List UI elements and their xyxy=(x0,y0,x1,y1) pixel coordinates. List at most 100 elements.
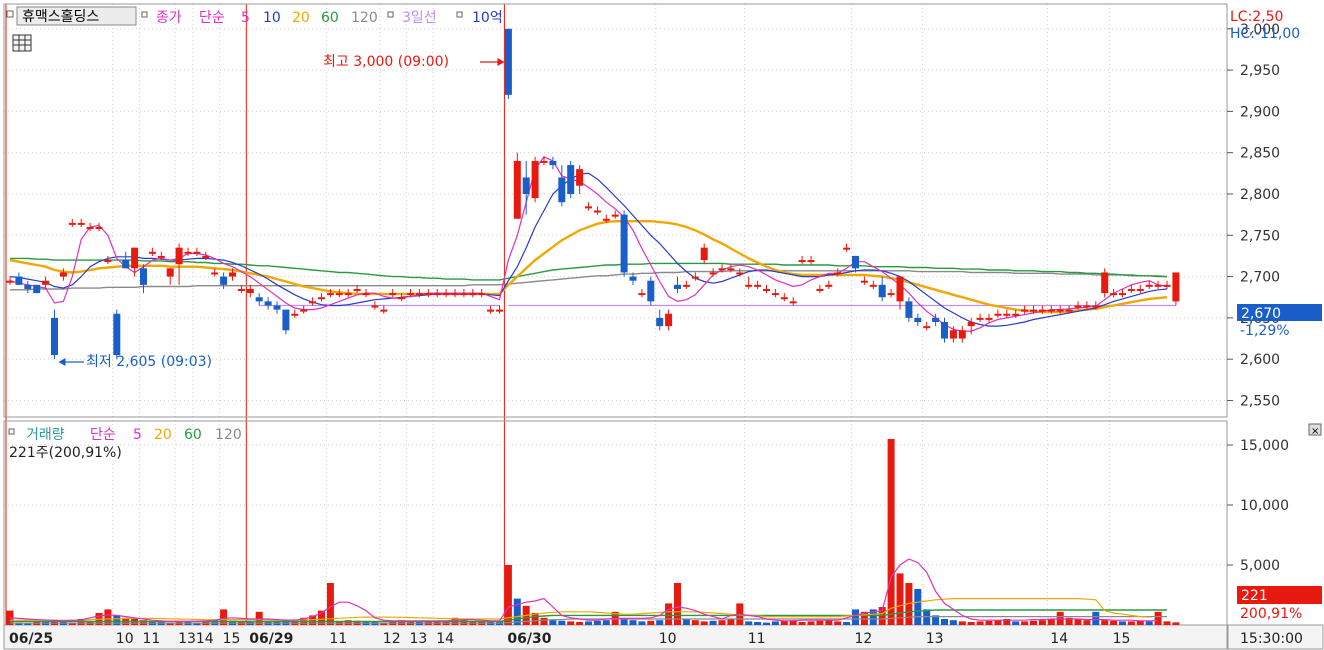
x-tick-label: 15 xyxy=(223,631,241,647)
candle-body xyxy=(1154,284,1162,287)
volume-bar xyxy=(949,620,957,625)
candle-body xyxy=(478,293,486,296)
x-tick-label: 06/30 xyxy=(507,631,551,647)
candle-body xyxy=(33,284,41,294)
candle-body xyxy=(593,210,601,213)
candle-body xyxy=(451,293,459,296)
candle-body xyxy=(1092,305,1100,308)
candle-body xyxy=(326,293,334,296)
candle-body xyxy=(282,309,290,331)
hc-value: HC:-11,00 xyxy=(1230,26,1300,42)
volume-bar xyxy=(798,622,806,625)
x-tick-label: 11 xyxy=(748,631,766,647)
candle-body xyxy=(318,297,325,300)
x-tick-label: 14 xyxy=(436,631,454,647)
candle-body xyxy=(1003,313,1011,316)
candle-body xyxy=(825,284,833,287)
candle-body xyxy=(843,247,851,250)
candle-body xyxy=(1127,288,1135,291)
volume-bar xyxy=(914,589,922,625)
volume-bar xyxy=(994,620,1002,625)
volume-bar xyxy=(843,622,851,625)
candle-body xyxy=(576,169,584,186)
low-annotation: 최저 2,605 (09:03) xyxy=(86,354,212,370)
price-tick-label: 2,900 xyxy=(1240,104,1280,120)
candle-body xyxy=(754,284,762,287)
last-volume: 221 xyxy=(1241,588,1268,604)
candle-body xyxy=(122,260,130,269)
x-tick-label: 06/25 xyxy=(9,631,53,647)
candle-body xyxy=(709,272,717,275)
candle-body xyxy=(985,317,993,320)
volume-bar xyxy=(1092,611,1100,625)
volume-bar xyxy=(1038,620,1046,625)
grid-toggle-icon[interactable] xyxy=(12,34,32,52)
candle-body xyxy=(994,313,1002,316)
candle-body xyxy=(763,288,770,291)
last-price: 2,670 xyxy=(1241,306,1281,322)
candle-body xyxy=(914,317,922,323)
price-tick-label: 2,950 xyxy=(1240,63,1280,79)
volume-bar xyxy=(807,621,815,625)
price-tick-label: 2,600 xyxy=(1240,352,1280,368)
legend-ma10: 10 xyxy=(263,10,281,26)
candle-body xyxy=(15,276,23,285)
volume-bar xyxy=(1021,621,1029,625)
candle-body xyxy=(309,301,317,304)
candle-body xyxy=(424,293,432,296)
volume-bar xyxy=(1074,619,1082,625)
candle-body xyxy=(1172,272,1180,302)
price-tick-label: 2,700 xyxy=(1240,270,1280,286)
candle-body xyxy=(104,260,112,263)
candle-body xyxy=(131,247,139,269)
candle-body xyxy=(780,297,788,300)
volume-bar xyxy=(567,621,575,625)
legend-ma20: 20 xyxy=(292,10,310,26)
volume-bar xyxy=(504,565,512,625)
x-tick-label: 14 xyxy=(196,631,214,647)
candle-body xyxy=(629,276,637,281)
volume-bar xyxy=(513,598,521,625)
stock-name[interactable]: 휴맥스홀딩스 xyxy=(22,9,99,25)
volume-bar xyxy=(985,620,993,625)
volume-bar xyxy=(771,621,779,625)
candle-body xyxy=(807,260,815,263)
volume-bar xyxy=(923,609,931,625)
candle-body xyxy=(246,288,254,294)
close-icon: × xyxy=(1311,426,1319,437)
candle-body xyxy=(736,272,744,275)
candle-body xyxy=(549,160,557,166)
candle-body xyxy=(727,268,735,271)
volume-bar xyxy=(852,609,859,625)
candle-body xyxy=(816,288,824,291)
candle-body xyxy=(51,317,58,356)
volume-bar xyxy=(967,622,975,625)
volume-bar xyxy=(816,620,824,625)
candle-body xyxy=(852,255,859,269)
volume-tick-label: 15,000 xyxy=(1240,438,1289,454)
volume-bar xyxy=(1154,611,1162,625)
volume-bar xyxy=(1163,621,1171,625)
volume-bar xyxy=(585,621,592,625)
candle-body xyxy=(335,293,343,296)
candle-body xyxy=(1030,309,1037,312)
legend-ma5: 5 xyxy=(241,10,250,26)
candle-body xyxy=(157,255,165,258)
candle-body xyxy=(77,222,85,225)
candle-body xyxy=(6,280,14,283)
volume-bar xyxy=(1047,619,1055,625)
candle-body xyxy=(59,272,67,277)
chart-canvas[interactable]: 2,5502,6002,6502,7002,7502,8002,8502,900… xyxy=(0,0,1324,650)
candle-body xyxy=(941,322,948,339)
volume-bar xyxy=(540,617,548,625)
candle-body xyxy=(789,301,797,304)
legend-envelope: 3일선 xyxy=(402,10,437,26)
candle-body xyxy=(522,177,530,194)
candle-body xyxy=(967,322,975,327)
candle-body xyxy=(620,214,628,273)
volume-bar xyxy=(727,619,735,625)
x-tick-label: 13 xyxy=(178,631,196,647)
candle-body xyxy=(380,309,388,312)
candle-body xyxy=(175,247,183,265)
candle-body xyxy=(433,293,441,296)
